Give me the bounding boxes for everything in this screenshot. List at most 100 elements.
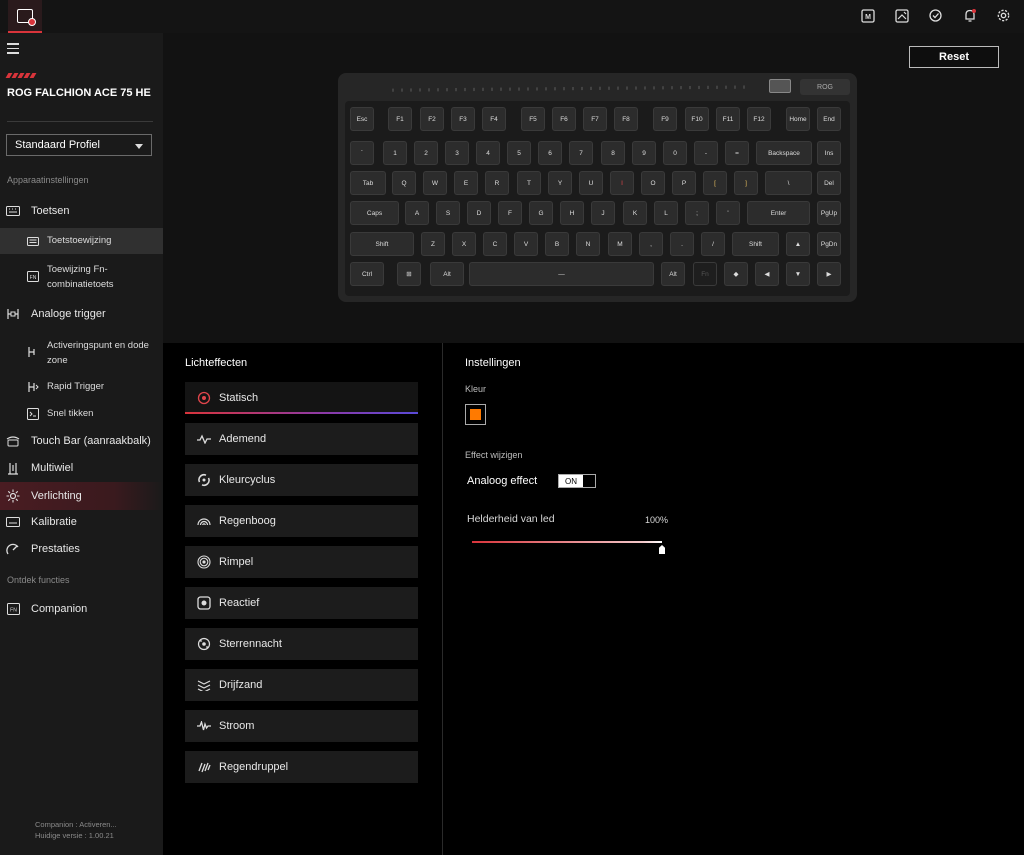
effect-item-kleurcyclus[interactable]: Kleurcyclus <box>185 464 418 496</box>
keyboard-key[interactable]: Alt <box>661 262 685 286</box>
keyboard-key[interactable]: 4 <box>476 141 500 165</box>
keyboard-key[interactable]: - <box>694 141 718 165</box>
keyboard-key[interactable]: ◆ <box>724 262 748 286</box>
keyboard-key[interactable]: = <box>725 141 749 165</box>
keyboard-key[interactable]: M <box>608 232 632 256</box>
keyboard-key[interactable]: F7 <box>583 107 607 131</box>
app-shield-icon[interactable] <box>8 0 42 33</box>
keyboard-key[interactable]: X <box>452 232 476 256</box>
keyboard-key[interactable]: C <box>483 232 507 256</box>
profile-select[interactable]: Standaard Profiel <box>6 134 152 156</box>
sidebar-item-rapid-trigger[interactable]: Rapid Trigger <box>0 377 163 397</box>
keyboard-key[interactable]: 7 <box>569 141 593 165</box>
keyboard-key[interactable]: F4 <box>482 107 506 131</box>
keyboard-key[interactable]: F2 <box>420 107 444 131</box>
keyboard-key[interactable]: B <box>545 232 569 256</box>
keyboard-key[interactable]: J <box>591 201 615 225</box>
keyboard-key[interactable]: G <box>529 201 553 225</box>
keyboard-key[interactable]: ◀ <box>755 262 779 286</box>
sidebar-item-toetsen[interactable]: Toetsen <box>0 199 163 223</box>
keyboard-key[interactable]: / <box>701 232 725 256</box>
keyboard-key[interactable]: D <box>467 201 491 225</box>
keyboard-key[interactable]: P <box>672 171 696 195</box>
keyboard-key[interactable]: Home <box>786 107 810 131</box>
sidebar-item-analoge-trigger[interactable]: Analoge trigger <box>0 302 163 326</box>
keyboard-key[interactable]: PgDn <box>817 232 841 256</box>
keyboard-key[interactable]: 9 <box>632 141 656 165</box>
keyboard-key[interactable]: Shift <box>732 232 779 256</box>
keyboard-key[interactable]: Esc <box>350 107 374 131</box>
keyboard-key[interactable]: R <box>485 171 509 195</box>
keyboard-key[interactable]: H <box>560 201 584 225</box>
keyboard-key[interactable]: F8 <box>614 107 638 131</box>
keyboard-key[interactable]: Caps <box>350 201 399 225</box>
keyboard-key[interactable]: ▶ <box>817 262 841 286</box>
keyboard-key[interactable]: E <box>454 171 478 195</box>
effect-item-rimpel[interactable]: Rimpel <box>185 546 418 578</box>
keyboard-key[interactable]: F5 <box>521 107 545 131</box>
keyboard-key[interactable]: S <box>436 201 460 225</box>
keyboard-key[interactable]: ⊞ <box>397 262 421 286</box>
keyboard-key[interactable]: 8 <box>601 141 625 165</box>
effect-item-ademend[interactable]: Ademend <box>185 423 418 455</box>
sidebar-item-fn-combinatie[interactable]: FN Toewijzing Fn-combinatietoets <box>0 260 163 294</box>
menu-icon[interactable] <box>7 43 19 57</box>
keyboard-key[interactable]: [ <box>703 171 727 195</box>
keyboard-key[interactable]: T <box>517 171 541 195</box>
effect-item-stroom[interactable]: Stroom <box>185 710 418 742</box>
effect-item-statisch[interactable]: Statisch <box>185 382 418 414</box>
sidebar-item-multiwiel[interactable]: Multiwiel <box>0 456 163 480</box>
keyboard-key[interactable]: ' <box>716 201 740 225</box>
keyboard-key[interactable]: Del <box>817 171 841 195</box>
keyboard-key[interactable]: Y <box>548 171 572 195</box>
sidebar-item-touch-bar[interactable]: Touch Bar (aanraakbalk) <box>0 429 163 453</box>
keyboard-key[interactable]: — <box>469 262 654 286</box>
sidebar-item-kalibratie[interactable]: Kalibratie <box>0 510 163 534</box>
sidebar-item-snel-tikken[interactable]: Snel tikken <box>0 404 163 424</box>
keyboard-key[interactable]: Enter <box>747 201 810 225</box>
keyboard-key[interactable]: 2 <box>414 141 438 165</box>
keyboard-key[interactable]: Tab <box>350 171 386 195</box>
brightness-slider-track[interactable] <box>472 541 662 543</box>
keyboard-key[interactable]: End <box>817 107 841 131</box>
sidebar-item-companion[interactable]: FN Companion <box>0 597 163 621</box>
macro-icon[interactable]: M <box>859 7 876 24</box>
keyboard-key[interactable]: 6 <box>538 141 562 165</box>
color-swatch[interactable] <box>465 404 486 425</box>
sidebar-item-prestaties[interactable]: Prestaties <box>0 537 163 561</box>
keyboard-key[interactable]: Shift <box>350 232 414 256</box>
effect-item-sterrennacht[interactable]: Sterrennacht <box>185 628 418 660</box>
keyboard-key[interactable]: F6 <box>552 107 576 131</box>
keyboard-key[interactable]: F9 <box>653 107 677 131</box>
keyboard-key[interactable]: W <box>423 171 447 195</box>
keyboard-key[interactable]: PgUp <box>817 201 841 225</box>
keyboard-key[interactable]: ▲ <box>786 232 810 256</box>
keyboard-key[interactable]: F <box>498 201 522 225</box>
keyboard-key[interactable]: F10 <box>685 107 709 131</box>
image-edit-icon[interactable] <box>893 7 910 24</box>
keyboard-key[interactable]: Ins <box>817 141 841 165</box>
keyboard-key[interactable]: K <box>623 201 647 225</box>
keyboard-key[interactable]: 0 <box>663 141 687 165</box>
sidebar-item-toetstoewijzing[interactable]: Toetstoewijzing <box>0 228 163 254</box>
keyboard-key[interactable]: V <box>514 232 538 256</box>
keyboard-key[interactable]: U <box>579 171 603 195</box>
keyboard-key[interactable]: Alt <box>430 262 464 286</box>
sidebar-item-verlichting[interactable]: Verlichting <box>0 482 163 510</box>
effect-item-regendruppel[interactable]: Regendruppel <box>185 751 418 783</box>
keyboard-key[interactable]: , <box>639 232 663 256</box>
keyboard-key[interactable]: ; <box>685 201 709 225</box>
keyboard-key[interactable]: 1 <box>383 141 407 165</box>
keyboard-key[interactable]: ` <box>350 141 374 165</box>
keyboard-key[interactable]: \ <box>765 171 812 195</box>
keyboard-key[interactable]: F11 <box>716 107 740 131</box>
effect-item-drijfzand[interactable]: Drijfzand <box>185 669 418 701</box>
keyboard-key[interactable]: 3 <box>445 141 469 165</box>
keyboard-key[interactable]: L <box>654 201 678 225</box>
keyboard-key[interactable]: . <box>670 232 694 256</box>
sync-icon[interactable] <box>927 7 944 24</box>
keyboard-key[interactable]: Fn <box>693 262 717 286</box>
keyboard-key[interactable]: F3 <box>451 107 475 131</box>
keyboard-key[interactable]: O <box>641 171 665 195</box>
effect-item-reactief[interactable]: Reactief <box>185 587 418 619</box>
